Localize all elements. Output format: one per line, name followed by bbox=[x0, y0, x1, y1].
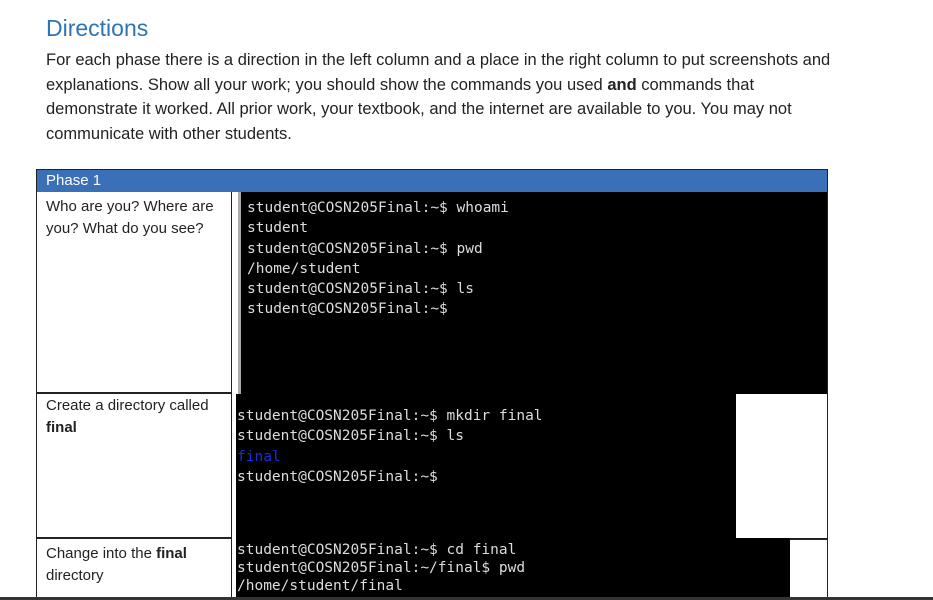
phase-table: Phase 1 Who are you? Where are you? What… bbox=[36, 169, 828, 598]
terminal-screenshot: student@COSN205Final:~$ mkdir final stud… bbox=[236, 394, 736, 538]
direction-bold: final bbox=[156, 545, 187, 562]
directions-text: For each phase there is a direction in t… bbox=[46, 48, 846, 146]
direction-cell: Who are you? Where are you? What do you … bbox=[37, 192, 232, 394]
direction-text: Change into the bbox=[46, 545, 157, 562]
direction-bold: final bbox=[46, 419, 77, 436]
terminal-line: student bbox=[247, 220, 309, 237]
terminal-line: /home/student bbox=[247, 260, 361, 277]
direction-cell: Create a directory called final bbox=[37, 394, 232, 539]
terminal-line: student@COSN205Final:~$ whoami bbox=[247, 200, 509, 216]
terminal-line: /home/student/final bbox=[237, 578, 403, 594]
terminal-screenshot: student@COSN205Final:~$ cd final student… bbox=[236, 538, 790, 598]
terminal-line: student@COSN205Final:~$ pwd bbox=[247, 240, 483, 257]
terminal-line: student@COSN205Final:~$ cd final bbox=[237, 542, 517, 558]
direction-text: Create a directory called bbox=[46, 397, 209, 414]
terminal-line: student@COSN205Final:~$ ls bbox=[237, 428, 464, 445]
terminal-screenshot: student@COSN205Final:~$ whoami student s… bbox=[238, 192, 827, 394]
direction-text: directory bbox=[46, 567, 104, 584]
terminal-line: student@COSN205Final:~$ ls bbox=[247, 281, 474, 298]
terminal-line: student@COSN205Final:~$ mkdir final bbox=[237, 408, 543, 424]
terminal-dir-listing: final bbox=[237, 448, 281, 465]
terminal-line: student@COSN205Final:~$ bbox=[247, 301, 448, 318]
terminal-line: student@COSN205Final:~$ bbox=[237, 468, 438, 485]
direction-cell: Change into the final directory bbox=[37, 539, 232, 597]
phase-header: Phase 1 bbox=[37, 170, 827, 192]
intro-bold: and bbox=[607, 75, 637, 94]
direction-text: Who are you? Where are you? What do you … bbox=[46, 198, 214, 237]
terminal-line: student@COSN205Final:~/final$ pwd bbox=[237, 560, 526, 576]
directions-heading: Directions bbox=[46, 15, 149, 41]
